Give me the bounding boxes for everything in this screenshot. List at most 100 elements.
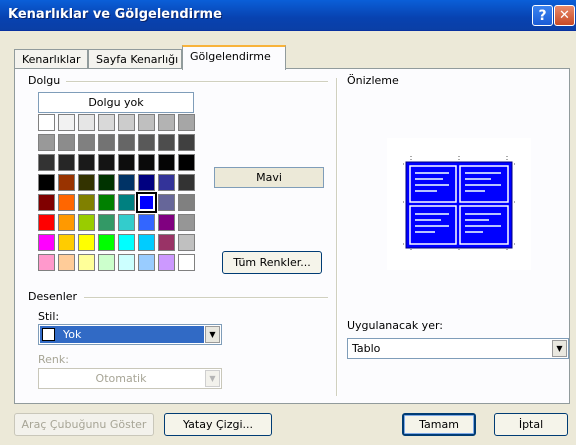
color-swatch[interactable] [78, 194, 95, 211]
color-swatch[interactable] [138, 134, 155, 151]
horizontal-line-label: Yatay Çizgi... [182, 418, 254, 431]
color-swatch[interactable] [158, 134, 175, 151]
help-icon: ? [538, 7, 547, 24]
color-swatch[interactable] [178, 174, 195, 191]
color-swatch[interactable] [78, 154, 95, 171]
color-swatch[interactable] [78, 134, 95, 151]
color-swatch[interactable] [38, 254, 55, 271]
chevron-down-icon[interactable]: ▼ [552, 340, 567, 357]
color-swatch[interactable] [78, 234, 95, 251]
color-swatch[interactable] [158, 214, 175, 231]
color-swatch[interactable] [138, 154, 155, 171]
color-swatch[interactable] [38, 154, 55, 171]
color-swatch[interactable] [58, 214, 75, 231]
color-swatch[interactable] [118, 194, 135, 211]
color-swatch[interactable] [158, 174, 175, 191]
pattern-color-dropdown[interactable]: Otomatik ▼ [38, 368, 222, 389]
color-swatch[interactable] [98, 134, 115, 151]
pattern-color-label: Renk: [38, 353, 69, 366]
color-swatch[interactable] [138, 254, 155, 271]
color-swatch[interactable] [138, 234, 155, 251]
tab-shading-label: Gölgelendirme [190, 50, 271, 63]
chevron-down-icon[interactable]: ▼ [205, 370, 220, 387]
color-swatch[interactable] [158, 254, 175, 271]
style-dropdown[interactable]: Yok ▼ [38, 324, 222, 345]
color-swatch[interactable] [98, 254, 115, 271]
color-swatch[interactable] [98, 214, 115, 231]
color-swatch[interactable] [138, 214, 155, 231]
color-swatch[interactable] [58, 174, 75, 191]
color-swatch[interactable] [58, 134, 75, 151]
color-swatch[interactable] [118, 134, 135, 151]
color-swatch[interactable] [98, 154, 115, 171]
preview-area [387, 138, 531, 270]
show-toolbar-button[interactable]: Araç Çubuğunu Göster [14, 413, 154, 436]
preview-group-label: Önizleme [347, 74, 399, 87]
color-swatch[interactable] [158, 194, 175, 211]
color-swatch[interactable] [178, 194, 195, 211]
close-button[interactable]: ✕ [554, 5, 575, 26]
color-swatch[interactable] [178, 134, 195, 151]
color-swatch[interactable] [158, 154, 175, 171]
color-swatch[interactable] [178, 214, 195, 231]
color-swatch[interactable] [158, 114, 175, 131]
chevron-down-icon[interactable]: ▼ [205, 326, 220, 343]
show-toolbar-label: Araç Çubuğunu Göster [21, 418, 147, 431]
apply-to-dropdown[interactable]: Tablo ▼ [347, 338, 569, 359]
fill-group-divider [66, 81, 328, 83]
window-title: Kenarlıklar ve Gölgelendirme [8, 7, 222, 22]
patterns-group-label: Desenler [28, 290, 78, 303]
horizontal-line-button[interactable]: Yatay Çizgi... [164, 413, 272, 436]
color-swatch[interactable] [38, 174, 55, 191]
pattern-color-value: Otomatik [95, 372, 147, 385]
color-swatch[interactable] [38, 134, 55, 151]
color-swatch[interactable] [178, 234, 195, 251]
no-fill-option[interactable]: Dolgu yok [38, 92, 194, 113]
color-swatch[interactable] [38, 234, 55, 251]
color-swatch[interactable] [58, 254, 75, 271]
color-swatch[interactable] [98, 194, 115, 211]
color-swatch[interactable] [98, 174, 115, 191]
color-swatch[interactable] [118, 214, 135, 231]
color-swatch[interactable] [98, 234, 115, 251]
color-swatch[interactable] [58, 234, 75, 251]
color-swatch[interactable] [38, 214, 55, 231]
ok-label: Tamam [419, 418, 459, 431]
selected-color-name: Mavi [214, 167, 324, 188]
color-swatch[interactable] [118, 174, 135, 191]
color-swatch[interactable] [178, 254, 195, 271]
color-swatch[interactable] [137, 193, 156, 212]
color-swatch[interactable] [158, 234, 175, 251]
color-swatch[interactable] [78, 254, 95, 271]
style-value: Yok [63, 328, 82, 341]
color-swatch[interactable] [118, 114, 135, 131]
color-swatch[interactable] [38, 114, 55, 131]
color-swatch[interactable] [138, 114, 155, 131]
patterns-group-divider [84, 297, 328, 299]
ok-button[interactable]: Tamam [402, 413, 476, 436]
more-colors-button[interactable]: Tüm Renkler... [222, 251, 322, 274]
color-swatch[interactable] [118, 254, 135, 271]
color-swatch[interactable] [118, 154, 135, 171]
color-swatch[interactable] [78, 214, 95, 231]
color-swatch[interactable] [78, 174, 95, 191]
no-fill-label: Dolgu yok [88, 96, 144, 109]
cancel-button[interactable]: İptal [494, 413, 568, 436]
color-swatch[interactable] [98, 114, 115, 131]
color-swatch[interactable] [178, 154, 195, 171]
selected-color-text: Mavi [256, 171, 282, 184]
help-button[interactable]: ? [532, 5, 553, 26]
color-swatch[interactable] [58, 154, 75, 171]
color-swatch[interactable] [138, 174, 155, 191]
tab-borders[interactable]: Kenarlıklar [14, 49, 88, 69]
tab-shading[interactable]: Gölgelendirme [182, 45, 286, 70]
color-swatch[interactable] [58, 114, 75, 131]
tab-page-border[interactable]: Sayfa Kenarlığı [88, 49, 182, 69]
fill-group-label: Dolgu [28, 74, 61, 87]
tab-borders-label: Kenarlıklar [22, 53, 81, 66]
color-swatch[interactable] [78, 114, 95, 131]
color-swatch[interactable] [118, 234, 135, 251]
color-swatch[interactable] [58, 194, 75, 211]
color-swatch[interactable] [178, 114, 195, 131]
color-swatch[interactable] [38, 194, 55, 211]
